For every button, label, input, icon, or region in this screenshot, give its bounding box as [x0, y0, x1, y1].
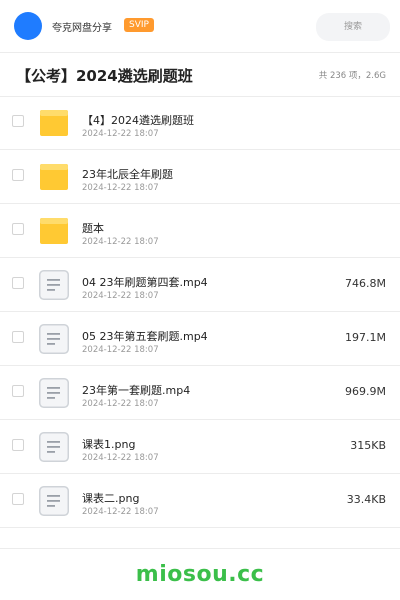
- item-name: 【4】2024遴选刷题班: [82, 114, 194, 127]
- watermark: miosou.cc: [135, 562, 265, 587]
- avatar[interactable]: [14, 12, 42, 40]
- item-date: 2024-12-22 18:07: [82, 291, 159, 301]
- folder-icon: [40, 218, 68, 244]
- file-icon: [39, 324, 69, 354]
- item-date: 2024-12-22 18:07: [82, 345, 159, 355]
- list-item[interactable]: 课表1.png 2024-12-22 18:07 315KB: [0, 420, 400, 474]
- svip-badge: SVIP: [124, 18, 154, 32]
- item-date: 2024-12-22 18:07: [82, 129, 159, 139]
- list-item[interactable]: 课表二.png 2024-12-22 18:07 33.4KB: [0, 474, 400, 528]
- item-name: 04 23年刷题第四套.mp4: [82, 276, 208, 289]
- select-checkbox[interactable]: [12, 115, 24, 127]
- select-checkbox[interactable]: [12, 331, 24, 343]
- file-icon: [39, 270, 69, 300]
- file-icon: [39, 486, 69, 516]
- item-name: 05 23年第五套刷题.mp4: [82, 330, 208, 343]
- item-date: 2024-12-22 18:07: [82, 453, 159, 463]
- item-size: 197.1M: [345, 331, 386, 344]
- item-date: 2024-12-22 18:07: [82, 399, 159, 409]
- file-icon: [39, 378, 69, 408]
- folder-header: 【公考】2024遴选刷题班 共 236 项，2.6G: [0, 52, 400, 97]
- item-size: 746.8M: [345, 277, 386, 290]
- item-name: 23年北辰全年刷题: [82, 168, 173, 181]
- list-item[interactable]: 23年第一套刷题.mp4 2024-12-22 18:07 969.9M: [0, 366, 400, 420]
- select-checkbox[interactable]: [12, 277, 24, 289]
- search-input[interactable]: [316, 13, 390, 41]
- footer-divider: [0, 548, 400, 549]
- file-list: 【4】2024遴选刷题班 2024-12-22 18:07 23年北辰全年刷题 …: [0, 96, 400, 528]
- folder-icon: [40, 110, 68, 136]
- select-checkbox[interactable]: [12, 385, 24, 397]
- select-checkbox[interactable]: [12, 223, 24, 235]
- item-name: 23年第一套刷题.mp4: [82, 384, 191, 397]
- item-name: 课表1.png: [82, 438, 136, 451]
- list-item[interactable]: 题本 2024-12-22 18:07: [0, 204, 400, 258]
- list-item[interactable]: 04 23年刷题第四套.mp4 2024-12-22 18:07 746.8M: [0, 258, 400, 312]
- item-date: 2024-12-22 18:07: [82, 183, 159, 193]
- item-size: 315KB: [350, 439, 386, 452]
- item-date: 2024-12-22 18:07: [82, 237, 159, 247]
- item-size: 969.9M: [345, 385, 386, 398]
- top-bar: 夸克网盘分享 SVIP: [0, 0, 400, 53]
- select-checkbox[interactable]: [12, 439, 24, 451]
- list-item[interactable]: 05 23年第五套刷题.mp4 2024-12-22 18:07 197.1M: [0, 312, 400, 366]
- list-item[interactable]: 【4】2024遴选刷题班 2024-12-22 18:07: [0, 96, 400, 150]
- folder-summary: 共 236 项，2.6G: [318, 71, 386, 81]
- file-icon: [39, 432, 69, 462]
- select-checkbox[interactable]: [12, 493, 24, 505]
- page-title: 【公考】2024遴选刷题班: [16, 67, 193, 85]
- item-size: 33.4KB: [346, 493, 386, 506]
- item-name: 题本: [82, 222, 104, 235]
- list-item[interactable]: 23年北辰全年刷题 2024-12-22 18:07: [0, 150, 400, 204]
- folder-icon: [40, 164, 68, 190]
- item-date: 2024-12-22 18:07: [82, 507, 159, 517]
- username: 夸克网盘分享: [52, 23, 112, 34]
- item-name: 课表二.png: [82, 492, 140, 505]
- select-checkbox[interactable]: [12, 169, 24, 181]
